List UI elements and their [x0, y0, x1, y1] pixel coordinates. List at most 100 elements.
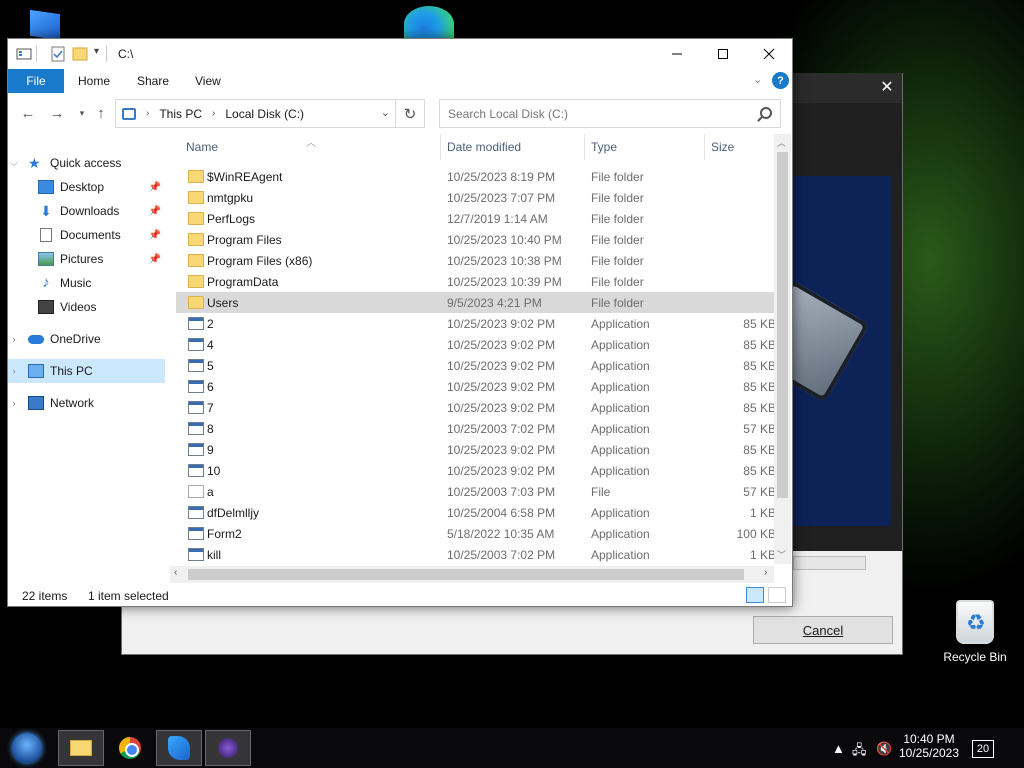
taskbar-app[interactable] [156, 730, 202, 766]
table-row[interactable]: 7 10/25/2023 9:02 PM Application 85 KB [176, 397, 776, 418]
pin-icon[interactable]: 📌 [149, 254, 161, 265]
vertical-scrollbar[interactable]: ︿ ﹀ [774, 134, 791, 564]
desktop-shortcut-icon[interactable] [30, 9, 60, 41]
scroll-up-arrow-icon[interactable]: ︿ [777, 136, 786, 149]
table-row[interactable]: Form2 5/18/2022 10:35 AM Application 100 KB [176, 523, 776, 544]
horizontal-scroll-thumb[interactable] [188, 569, 744, 580]
pin-icon[interactable]: 📌 [149, 230, 161, 241]
scroll-left-arrow-icon[interactable]: ‹ [174, 567, 177, 578]
search-icon[interactable] [760, 107, 772, 119]
close-button[interactable] [746, 39, 792, 69]
nav-item-documents[interactable]: Documents 📌 [8, 223, 165, 247]
table-row[interactable]: 5 10/25/2023 9:02 PM Application 85 KB [176, 355, 776, 376]
network-tray-icon[interactable]: 🖧 [852, 741, 867, 763]
nav-item-videos[interactable]: Videos [8, 295, 165, 319]
properties-icon[interactable] [50, 46, 66, 62]
nav-quick-access[interactable]: ⌵ ★ Quick access [8, 151, 165, 175]
tab-home[interactable]: Home [78, 69, 110, 93]
pin-icon[interactable]: 📌 [149, 182, 161, 193]
expand-ribbon-chevron-icon[interactable]: ⌄ [753, 73, 762, 86]
column-header-type[interactable]: Type [591, 140, 617, 156]
tab-share[interactable]: Share [137, 69, 169, 93]
nav-item-music[interactable]: ♪ Music [8, 271, 165, 295]
notification-center-icon[interactable]: 20 [972, 740, 994, 758]
sort-ascending-icon: ︿ [306, 138, 316, 149]
show-hidden-icons-chevron-icon[interactable]: ▲ [832, 741, 845, 756]
file-name: Program Files (x86) [207, 253, 313, 268]
clock-date: 10/25/2023 [898, 746, 960, 760]
table-row[interactable]: 6 10/25/2023 9:02 PM Application 85 KB [176, 376, 776, 397]
file-size: 1 KB [749, 505, 776, 520]
column-divider[interactable] [440, 134, 441, 160]
help-icon[interactable]: ? [772, 72, 789, 89]
table-row[interactable]: a 10/25/2003 7:03 PM File 57 KB [176, 481, 776, 502]
table-row[interactable]: dfDelmlljy 10/25/2004 6:58 PM Application 1… [176, 502, 776, 523]
background-dialog-close-icon[interactable]: ✕ [876, 77, 898, 99]
table-row[interactable]: Program Files 10/25/2023 10:40 PM File fol… [176, 229, 776, 250]
expand-chevron-icon[interactable]: › [8, 366, 20, 376]
horizontal-scrollbar[interactable]: ‹ › [170, 566, 774, 583]
table-row[interactable]: 9 10/25/2023 9:02 PM Application 85 KB [176, 439, 776, 460]
taskbar-chrome[interactable] [107, 730, 153, 766]
table-row[interactable]: ProgramData 10/25/2023 10:39 PM File folde… [176, 271, 776, 292]
nav-item-desktop[interactable]: Desktop 📌 [8, 175, 165, 199]
search-input[interactable]: Search Local Disk (C:) [439, 99, 781, 128]
vertical-scroll-thumb[interactable] [777, 152, 788, 498]
collapse-chevron-icon[interactable]: ⌵ [8, 158, 20, 169]
recycle-bin[interactable]: Recycle Bin [940, 600, 1010, 664]
nav-item-label: Quick access [50, 156, 122, 170]
cancel-button[interactable]: Cancel [753, 616, 893, 644]
table-row[interactable]: kill 10/25/2003 7:02 PM Application 1 KB [176, 544, 776, 564]
refresh-icon[interactable]: ↻ [395, 100, 424, 127]
customize-quick-access-icon[interactable]: ▾ [94, 46, 99, 57]
back-arrow-icon[interactable]: ← [16, 101, 40, 125]
column-divider[interactable] [584, 134, 585, 160]
table-row[interactable]: Users 9/5/2023 4:21 PM File folder [176, 292, 776, 313]
breadcrumb-local-disk[interactable]: Local Disk (C:) [225, 107, 304, 121]
scroll-right-arrow-icon[interactable]: › [764, 567, 767, 578]
address-bar[interactable]: › This PC › Local Disk (C:) ⌄ ↻ [115, 99, 425, 128]
taskbar-app-2[interactable] [205, 730, 251, 766]
table-row[interactable]: 8 10/25/2003 7:02 PM Application 57 KB [176, 418, 776, 439]
taskbar-file-explorer[interactable] [58, 730, 104, 766]
table-row[interactable]: Program Files (x86) 10/25/2023 10:38 PM Fi… [176, 250, 776, 271]
forward-arrow-icon[interactable]: → [45, 101, 69, 125]
volume-muted-icon[interactable]: 🔇 [876, 741, 892, 757]
table-row[interactable]: nmtgpku 10/25/2023 7:07 PM File folder [176, 187, 776, 208]
nav-item-onedrive[interactable]: › OneDrive [8, 327, 165, 351]
scroll-down-arrow-icon[interactable]: ﹀ [777, 548, 786, 561]
expand-chevron-icon[interactable]: › [8, 398, 20, 408]
edge-desktop-icon[interactable] [404, 6, 454, 42]
breadcrumb-separator-icon[interactable]: › [146, 108, 149, 119]
breadcrumb-separator-icon[interactable]: › [212, 108, 215, 119]
table-row[interactable]: PerfLogs 12/7/2019 1:14 AM File folder [176, 208, 776, 229]
up-arrow-icon[interactable]: ↑ [89, 101, 113, 125]
column-header-size[interactable]: Size [711, 140, 734, 156]
column-header-date-modified[interactable]: Date modified [447, 140, 521, 156]
column-header-name[interactable]: Name [186, 140, 218, 156]
tab-view[interactable]: View [195, 69, 221, 93]
details-view-icon[interactable] [746, 587, 764, 603]
nav-item-network[interactable]: › Network [8, 391, 165, 415]
table-row[interactable]: 10 10/25/2023 9:02 PM Application 85 KB [176, 460, 776, 481]
nav-item-pictures[interactable]: Pictures 📌 [8, 247, 165, 271]
large-icons-view-icon[interactable] [768, 587, 786, 603]
nav-item-this-pc[interactable]: › This PC [8, 359, 165, 383]
pin-icon[interactable]: 📌 [149, 206, 161, 217]
tab-file[interactable]: File [8, 69, 64, 93]
breadcrumb-this-pc[interactable]: This PC [159, 107, 202, 121]
minimize-button[interactable] [654, 39, 700, 69]
table-row[interactable]: 2 10/25/2023 9:02 PM Application 85 KB [176, 313, 776, 334]
table-row[interactable]: $WinREAgent 10/25/2023 8:19 PM File folder [176, 166, 776, 187]
status-bar: 22 items 1 item selected [8, 585, 792, 607]
clock[interactable]: 10:40 PM 10/25/2023 [896, 732, 962, 760]
start-button[interactable] [6, 732, 48, 764]
column-divider[interactable] [704, 134, 705, 160]
explorer-app-icon[interactable] [16, 46, 32, 62]
maximize-button[interactable] [700, 39, 746, 69]
expand-chevron-icon[interactable]: › [8, 334, 20, 344]
nav-item-downloads[interactable]: ⬇ Downloads 📌 [8, 199, 165, 223]
new-folder-icon[interactable] [72, 46, 88, 62]
address-dropdown-chevron-icon[interactable]: ⌄ [381, 106, 390, 119]
table-row[interactable]: 4 10/25/2023 9:02 PM Application 85 KB [176, 334, 776, 355]
